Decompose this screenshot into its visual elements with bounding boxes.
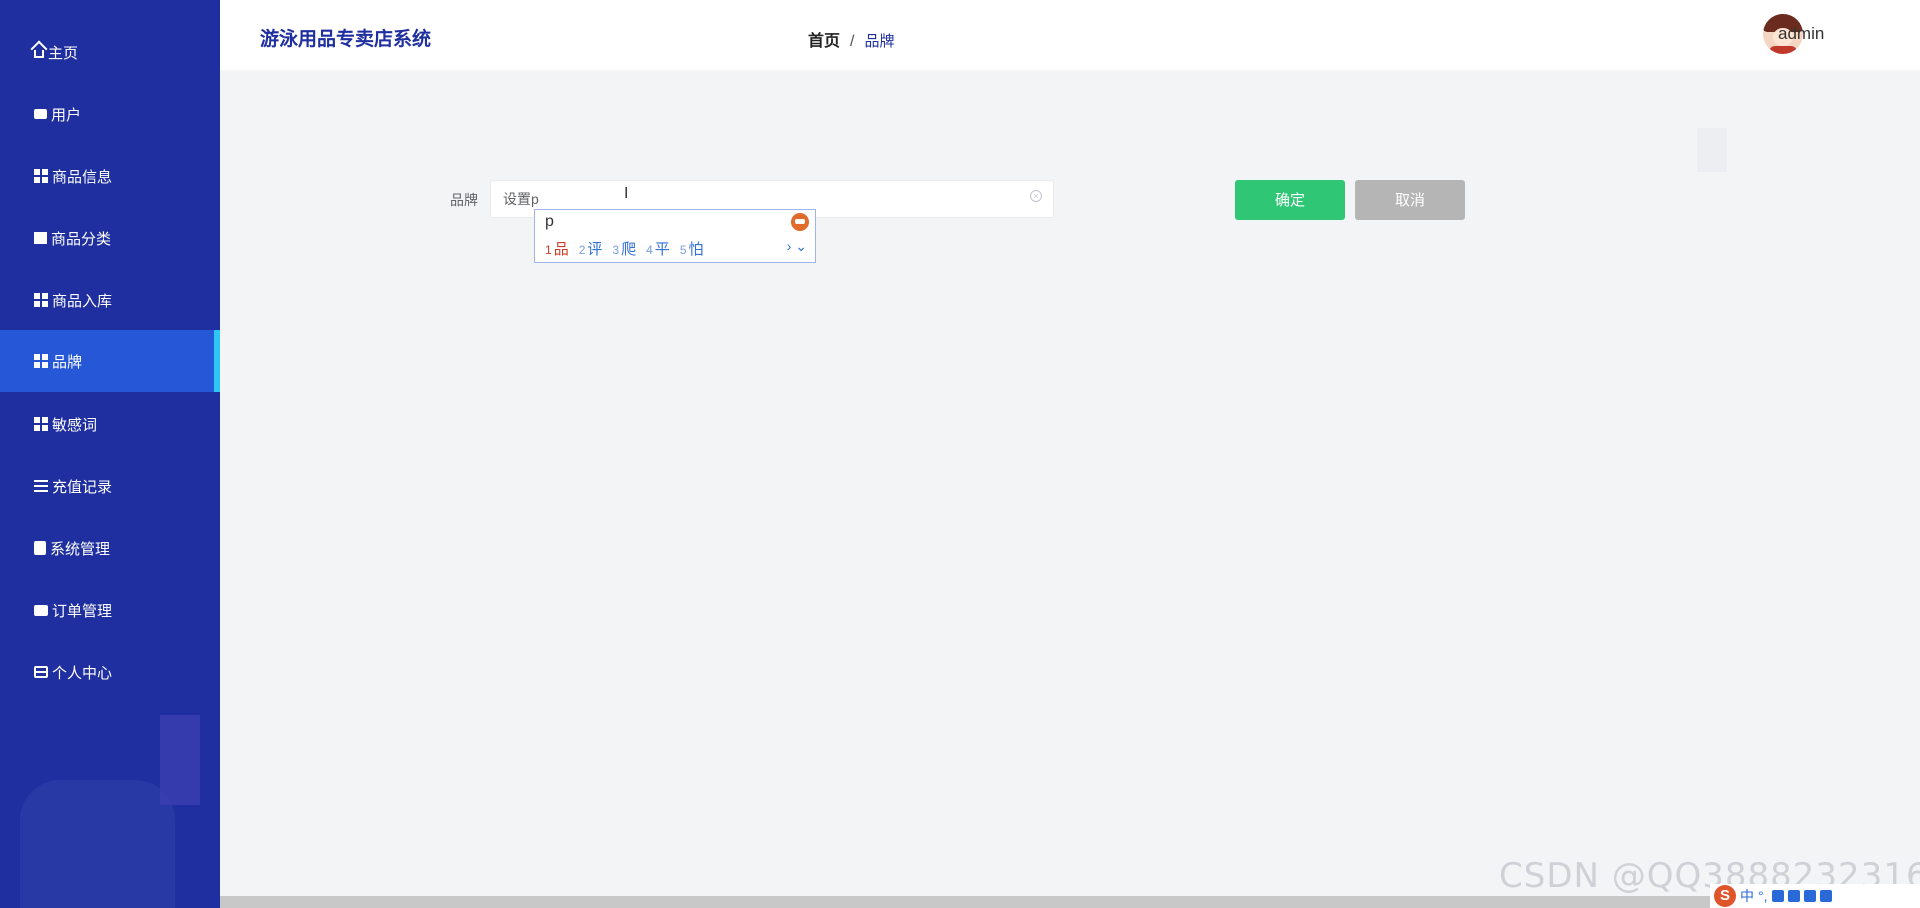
grid-icon: [34, 417, 48, 431]
ime-candidate-list: 1品 2评 3爬 4平 5怕: [545, 238, 704, 259]
sogou-logo-icon[interactable]: S: [1714, 885, 1736, 907]
card-icon: [34, 666, 48, 678]
ime-status-bar: S 中 °,: [1710, 884, 1920, 908]
sidebar-item-product-category[interactable]: 商品分类: [0, 207, 220, 269]
sidebar-decoration: [20, 780, 175, 908]
ime-candidate[interactable]: 4平: [646, 238, 670, 259]
sidebar-item-sensitive-words[interactable]: 敏感词: [0, 393, 220, 455]
ime-candidate[interactable]: 2评: [579, 238, 603, 259]
sidebar-item-label: 品牌: [52, 353, 83, 371]
ime-composition: p: [545, 213, 554, 230]
breadcrumb: 首页 / 品牌: [808, 27, 894, 51]
sidebar-item-label: 敏感词: [52, 416, 98, 434]
keyboard-icon[interactable]: [1787, 890, 1800, 902]
ime-candidate[interactable]: 1品: [545, 238, 569, 259]
sidebar-item-label: 商品入库: [52, 292, 113, 310]
ime-mode[interactable]: 中: [1740, 886, 1754, 906]
brand-field-label: 品牌: [450, 192, 478, 208]
sidebar-item-label: 充值记录: [52, 478, 113, 496]
sidebar-item-label: 商品信息: [52, 168, 113, 186]
i-beam-cursor-icon: Ι: [624, 185, 629, 202]
breadcrumb-separator: /: [850, 33, 855, 50]
app-title: 游泳用品专卖店系统: [260, 29, 432, 50]
grid-icon: [34, 293, 48, 307]
sidebar-item-users[interactable]: 用户: [0, 83, 220, 145]
sidebar-item-personal-center[interactable]: 个人中心: [0, 641, 220, 703]
ime-punctuation[interactable]: °,: [1758, 888, 1768, 904]
sidebar-item-label: 用户: [51, 106, 82, 124]
sidebar-item-recharge-records[interactable]: 充值记录: [0, 455, 220, 517]
ime-next-page-icon[interactable]: › ⌄: [787, 238, 807, 255]
grid-icon: [34, 169, 48, 183]
chat-icon: [34, 109, 47, 119]
home-icon: [34, 50, 44, 58]
sidebar-item-home[interactable]: 主页: [0, 21, 220, 83]
sidebar-item-product-info[interactable]: 商品信息: [0, 145, 220, 207]
username[interactable]: admin: [1778, 24, 1824, 44]
clipboard-icon: [34, 541, 46, 555]
top-header: 游泳用品专卖店系统 首页 / 品牌 admin: [220, 0, 1920, 70]
chart-icon: [34, 232, 47, 244]
ime-candidate-popup: p 1品 2评 3爬 4平 5怕 › ⌄: [534, 209, 816, 263]
ime-candidate[interactable]: 5怕: [680, 238, 704, 259]
sidebar-item-label: 订单管理: [52, 602, 113, 620]
faint-background-shape: [1697, 128, 1727, 172]
sidebar-item-brand[interactable]: 品牌: [0, 330, 220, 392]
breadcrumb-current: 品牌: [864, 33, 895, 50]
ime-logo-icon[interactable]: [791, 213, 809, 231]
sidebar-item-label: 系统管理: [50, 540, 111, 558]
microphone-icon[interactable]: [1771, 890, 1784, 902]
breadcrumb-home[interactable]: 首页: [808, 33, 840, 50]
confirm-button[interactable]: 确定: [1235, 180, 1345, 220]
sidebar-item-system-management[interactable]: 系统管理: [0, 517, 220, 579]
sidebar-item-label: 主页: [48, 44, 79, 62]
sliders-icon: [34, 480, 48, 492]
horizontal-scrollbar[interactable]: [220, 896, 1920, 908]
clear-icon[interactable]: ×: [1030, 190, 1042, 202]
cancel-button[interactable]: 取消: [1355, 180, 1465, 220]
ime-candidate[interactable]: 3爬: [612, 238, 636, 259]
toolbox-icon[interactable]: [1819, 890, 1832, 902]
sidebar-item-product-stock-in[interactable]: 商品入库: [0, 269, 220, 331]
skin-icon[interactable]: [1803, 890, 1816, 902]
sidebar: 主页 用户 商品信息 商品分类 商品入库 品牌 敏感词 充值记录 系统管理 订单…: [0, 0, 220, 908]
sidebar-decoration: [160, 715, 200, 805]
printer-icon: [34, 604, 48, 616]
sidebar-item-label: 个人中心: [52, 664, 113, 682]
grid-icon: [34, 354, 48, 368]
sidebar-item-order-management[interactable]: 订单管理: [0, 579, 220, 641]
sidebar-item-label: 商品分类: [51, 230, 112, 248]
